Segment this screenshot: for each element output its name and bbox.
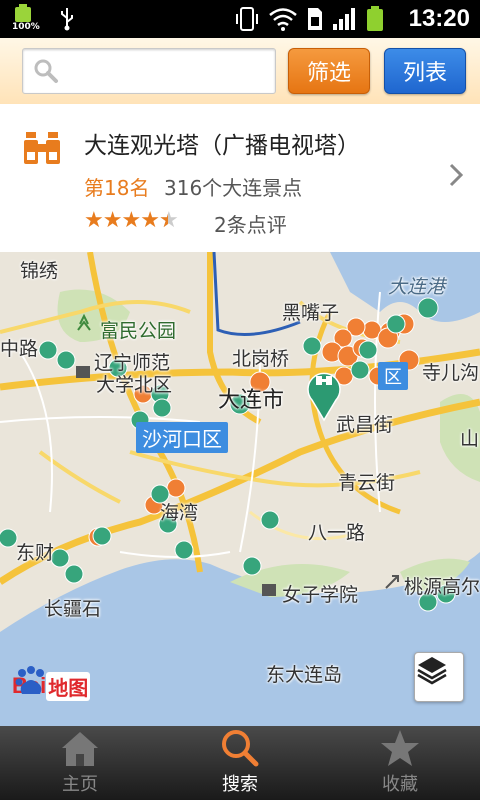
sim-card-icon xyxy=(308,8,322,30)
paw-icon xyxy=(15,666,44,694)
usb-icon xyxy=(61,8,73,31)
map-label: 寺儿沟 xyxy=(422,362,480,384)
search-icon xyxy=(222,730,259,767)
map-label: 富民公园 xyxy=(100,320,177,342)
map-label: 大连市 xyxy=(218,388,285,413)
tab-search[interactable]: 搜索 xyxy=(160,726,320,800)
tab-home[interactable]: 主页 xyxy=(0,726,160,800)
map-view[interactable]: 锦绣 富民公园 中路 辽宁师范 大学北区 黑嘴子 大连港 北岗桥 大连市 寺儿沟… xyxy=(0,252,480,726)
status-bar: 100% 13:20 xyxy=(0,0,480,38)
list-button[interactable]: 列表 xyxy=(384,48,466,94)
map-label: 东大连岛 xyxy=(266,664,343,686)
layers-button[interactable] xyxy=(414,652,464,702)
map-label: 大连港 xyxy=(388,276,446,298)
bottom-navigation: 主页 搜索 收藏 xyxy=(0,726,480,800)
poi-title: 大连观光塔（广播电视塔） xyxy=(84,133,360,159)
filter-button-label: 筛选 xyxy=(306,61,351,86)
review-count: 2条点评 xyxy=(214,213,287,237)
layers-icon xyxy=(417,657,447,685)
map-label: 大学北区 xyxy=(96,374,173,396)
map-label: 中路 xyxy=(0,338,39,360)
map-label: 锦绣 xyxy=(20,260,59,282)
battery-full-icon xyxy=(367,6,383,31)
map-label: 山 xyxy=(460,428,480,450)
map-label: 武昌街 xyxy=(336,414,394,436)
chevron-right-icon xyxy=(449,163,464,187)
tab-label: 搜索 xyxy=(222,774,258,795)
logo-text: 地图 xyxy=(46,671,91,701)
baidu-map-logo: Bai 地图 xyxy=(12,664,91,708)
map-label: 青云街 xyxy=(338,472,396,494)
search-icon xyxy=(34,59,58,83)
clock: 13:20 xyxy=(408,5,470,32)
toolbar: 筛选 列表 xyxy=(0,38,480,105)
map-label: 桃源高尔 xyxy=(404,576,480,598)
tab-label: 主页 xyxy=(62,774,98,795)
list-button-label: 列表 xyxy=(402,61,447,86)
poi-card[interactable]: 大连观光塔（广播电视塔） 第18名 316个大连景点 ★★★★★ 2条点评 xyxy=(0,104,480,253)
filter-button[interactable]: 筛选 xyxy=(288,48,370,94)
map-label: 海湾 xyxy=(160,502,199,524)
map-label: 黑嘴子 xyxy=(282,302,340,324)
signal-icon xyxy=(333,8,355,30)
tab-favorites[interactable]: 收藏 xyxy=(320,726,480,800)
map-label: 女子学院 xyxy=(282,584,359,606)
poi-rank: 第18名 xyxy=(84,176,150,200)
search-input[interactable] xyxy=(22,48,276,94)
poi-count: 316个大连景点 xyxy=(164,176,303,200)
star-icon xyxy=(381,730,419,766)
rating-stars: ★★★★★ xyxy=(84,208,179,233)
map-label: 北岗桥 xyxy=(232,348,290,370)
map-canvas xyxy=(0,252,480,726)
home-icon xyxy=(62,732,98,766)
tab-label: 收藏 xyxy=(382,774,418,795)
map-label: 东财 xyxy=(16,542,55,564)
binoculars-icon xyxy=(24,132,60,164)
wifi-icon xyxy=(269,8,297,31)
map-label: 长疆石 xyxy=(44,598,102,620)
district-tag: 区 xyxy=(378,362,408,390)
battery-percent: 100% xyxy=(12,22,40,32)
vibrate-icon xyxy=(236,7,258,31)
map-label: 八一路 xyxy=(308,522,366,544)
district-tag: 沙河口区 xyxy=(136,422,228,453)
